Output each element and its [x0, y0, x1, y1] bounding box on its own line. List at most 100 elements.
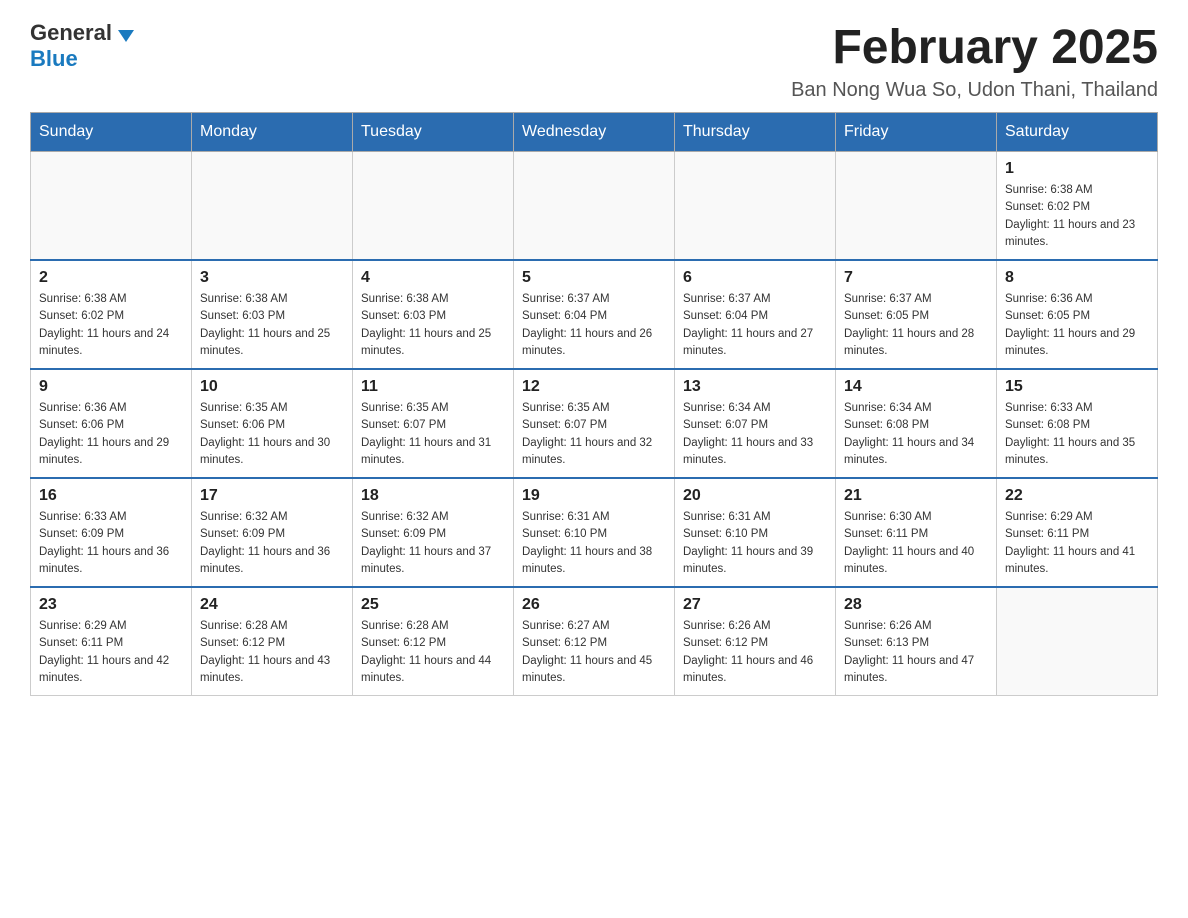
day-info: Sunrise: 6:32 AMSunset: 6:09 PMDaylight:… — [200, 509, 344, 578]
month-year-title: February 2025 — [791, 20, 1158, 75]
calendar-cell: 10 Sunrise: 6:35 AMSunset: 6:06 PMDayligh… — [192, 369, 353, 478]
calendar-cell: 17 Sunrise: 6:32 AMSunset: 6:09 PMDayligh… — [192, 478, 353, 587]
day-info: Sunrise: 6:37 AMSunset: 6:04 PMDaylight:… — [683, 291, 827, 360]
day-info: Sunrise: 6:36 AMSunset: 6:06 PMDaylight:… — [39, 400, 183, 469]
weekday-header-saturday: Saturday — [997, 113, 1158, 152]
calendar-cell — [836, 152, 997, 261]
weekday-header-tuesday: Tuesday — [353, 113, 514, 152]
day-info: Sunrise: 6:29 AMSunset: 6:11 PMDaylight:… — [39, 618, 183, 687]
calendar-cell: 18 Sunrise: 6:32 AMSunset: 6:09 PMDayligh… — [353, 478, 514, 587]
calendar-week-row: 16 Sunrise: 6:33 AMSunset: 6:09 PMDayligh… — [31, 478, 1158, 587]
day-number: 2 — [39, 269, 183, 287]
weekday-header-row: SundayMondayTuesdayWednesdayThursdayFrid… — [31, 113, 1158, 152]
day-info: Sunrise: 6:26 AMSunset: 6:12 PMDaylight:… — [683, 618, 827, 687]
weekday-header-wednesday: Wednesday — [514, 113, 675, 152]
day-number: 28 — [844, 596, 988, 614]
location-subtitle: Ban Nong Wua So, Udon Thani, Thailand — [791, 79, 1158, 102]
day-number: 22 — [1005, 487, 1149, 505]
logo-triangle-icon — [118, 30, 134, 42]
calendar-cell: 1Sunrise: 6:38 AMSunset: 6:02 PMDaylight… — [997, 152, 1158, 261]
calendar-week-row: 1Sunrise: 6:38 AMSunset: 6:02 PMDaylight… — [31, 152, 1158, 261]
calendar-cell: 3Sunrise: 6:38 AMSunset: 6:03 PMDaylight… — [192, 260, 353, 369]
calendar-cell: 5 Sunrise: 6:37 AMSunset: 6:04 PMDaylight… — [514, 260, 675, 369]
day-info: Sunrise: 6:38 AMSunset: 6:03 PMDaylight:… — [200, 291, 344, 360]
calendar-cell: 9 Sunrise: 6:36 AMSunset: 6:06 PMDaylight… — [31, 369, 192, 478]
day-number: 12 — [522, 378, 666, 396]
calendar-table: SundayMondayTuesdayWednesdayThursdayFrid… — [30, 112, 1158, 696]
day-info: Sunrise: 6:31 AMSunset: 6:10 PMDaylight:… — [522, 509, 666, 578]
weekday-header-thursday: Thursday — [675, 113, 836, 152]
day-info: Sunrise: 6:28 AMSunset: 6:12 PMDaylight:… — [361, 618, 505, 687]
day-number: 18 — [361, 487, 505, 505]
day-number: 15 — [1005, 378, 1149, 396]
day-number: 24 — [200, 596, 344, 614]
calendar-cell: 2Sunrise: 6:38 AMSunset: 6:02 PMDaylight… — [31, 260, 192, 369]
day-info: Sunrise: 6:26 AMSunset: 6:13 PMDaylight:… — [844, 618, 988, 687]
title-block: February 2025 Ban Nong Wua So, Udon Than… — [791, 20, 1158, 102]
calendar-cell: 20Sunrise: 6:31 AMSunset: 6:10 PMDayligh… — [675, 478, 836, 587]
calendar-cell — [31, 152, 192, 261]
day-number: 26 — [522, 596, 666, 614]
calendar-cell: 24 Sunrise: 6:28 AMSunset: 6:12 PMDayligh… — [192, 587, 353, 696]
calendar-cell: 6 Sunrise: 6:37 AMSunset: 6:04 PMDaylight… — [675, 260, 836, 369]
day-number: 10 — [200, 378, 344, 396]
calendar-cell — [353, 152, 514, 261]
day-info: Sunrise: 6:29 AMSunset: 6:11 PMDaylight:… — [1005, 509, 1149, 578]
page-header: General Blue February 2025 Ban Nong Wua … — [30, 20, 1158, 102]
day-number: 1 — [1005, 160, 1149, 178]
day-info: Sunrise: 6:33 AMSunset: 6:08 PMDaylight:… — [1005, 400, 1149, 469]
calendar-cell: 26 Sunrise: 6:27 AMSunset: 6:12 PMDayligh… — [514, 587, 675, 696]
day-number: 19 — [522, 487, 666, 505]
calendar-cell: 13Sunrise: 6:34 AMSunset: 6:07 PMDayligh… — [675, 369, 836, 478]
day-info: Sunrise: 6:27 AMSunset: 6:12 PMDaylight:… — [522, 618, 666, 687]
logo: General Blue — [30, 20, 134, 72]
calendar-cell — [997, 587, 1158, 696]
calendar-cell: 12 Sunrise: 6:35 AMSunset: 6:07 PMDayligh… — [514, 369, 675, 478]
day-info: Sunrise: 6:35 AMSunset: 6:07 PMDaylight:… — [522, 400, 666, 469]
calendar-cell: 15 Sunrise: 6:33 AMSunset: 6:08 PMDayligh… — [997, 369, 1158, 478]
day-number: 5 — [522, 269, 666, 287]
day-number: 17 — [200, 487, 344, 505]
day-number: 6 — [683, 269, 827, 287]
calendar-cell: 21 Sunrise: 6:30 AMSunset: 6:11 PMDayligh… — [836, 478, 997, 587]
logo-top-row: General — [30, 20, 134, 46]
day-number: 4 — [361, 269, 505, 287]
logo-blue-text: Blue — [30, 46, 78, 71]
calendar-cell: 28 Sunrise: 6:26 AMSunset: 6:13 PMDayligh… — [836, 587, 997, 696]
calendar-cell — [192, 152, 353, 261]
day-info: Sunrise: 6:35 AMSunset: 6:06 PMDaylight:… — [200, 400, 344, 469]
day-info: Sunrise: 6:28 AMSunset: 6:12 PMDaylight:… — [200, 618, 344, 687]
calendar-week-row: 9 Sunrise: 6:36 AMSunset: 6:06 PMDaylight… — [31, 369, 1158, 478]
day-info: Sunrise: 6:37 AMSunset: 6:04 PMDaylight:… — [522, 291, 666, 360]
calendar-cell: 19 Sunrise: 6:31 AMSunset: 6:10 PMDayligh… — [514, 478, 675, 587]
day-number: 25 — [361, 596, 505, 614]
day-info: Sunrise: 6:38 AMSunset: 6:03 PMDaylight:… — [361, 291, 505, 360]
calendar-cell — [675, 152, 836, 261]
calendar-cell: 22 Sunrise: 6:29 AMSunset: 6:11 PMDayligh… — [997, 478, 1158, 587]
day-info: Sunrise: 6:34 AMSunset: 6:07 PMDaylight:… — [683, 400, 827, 469]
calendar-week-row: 2Sunrise: 6:38 AMSunset: 6:02 PMDaylight… — [31, 260, 1158, 369]
weekday-header-sunday: Sunday — [31, 113, 192, 152]
calendar-cell: 8 Sunrise: 6:36 AMSunset: 6:05 PMDaylight… — [997, 260, 1158, 369]
day-number: 9 — [39, 378, 183, 396]
day-info: Sunrise: 6:37 AMSunset: 6:05 PMDaylight:… — [844, 291, 988, 360]
day-number: 8 — [1005, 269, 1149, 287]
calendar-cell: 14 Sunrise: 6:34 AMSunset: 6:08 PMDayligh… — [836, 369, 997, 478]
day-info: Sunrise: 6:34 AMSunset: 6:08 PMDaylight:… — [844, 400, 988, 469]
day-info: Sunrise: 6:30 AMSunset: 6:11 PMDaylight:… — [844, 509, 988, 578]
day-number: 16 — [39, 487, 183, 505]
logo-general-text: General — [30, 20, 112, 45]
day-info: Sunrise: 6:33 AMSunset: 6:09 PMDaylight:… — [39, 509, 183, 578]
calendar-cell: 27Sunrise: 6:26 AMSunset: 6:12 PMDayligh… — [675, 587, 836, 696]
day-info: Sunrise: 6:35 AMSunset: 6:07 PMDaylight:… — [361, 400, 505, 469]
calendar-cell: 4 Sunrise: 6:38 AMSunset: 6:03 PMDaylight… — [353, 260, 514, 369]
day-number: 11 — [361, 378, 505, 396]
calendar-cell: 23Sunrise: 6:29 AMSunset: 6:11 PMDayligh… — [31, 587, 192, 696]
day-info: Sunrise: 6:36 AMSunset: 6:05 PMDaylight:… — [1005, 291, 1149, 360]
day-info: Sunrise: 6:31 AMSunset: 6:10 PMDaylight:… — [683, 509, 827, 578]
day-info: Sunrise: 6:32 AMSunset: 6:09 PMDaylight:… — [361, 509, 505, 578]
day-number: 7 — [844, 269, 988, 287]
day-number: 14 — [844, 378, 988, 396]
weekday-header-monday: Monday — [192, 113, 353, 152]
day-number: 21 — [844, 487, 988, 505]
